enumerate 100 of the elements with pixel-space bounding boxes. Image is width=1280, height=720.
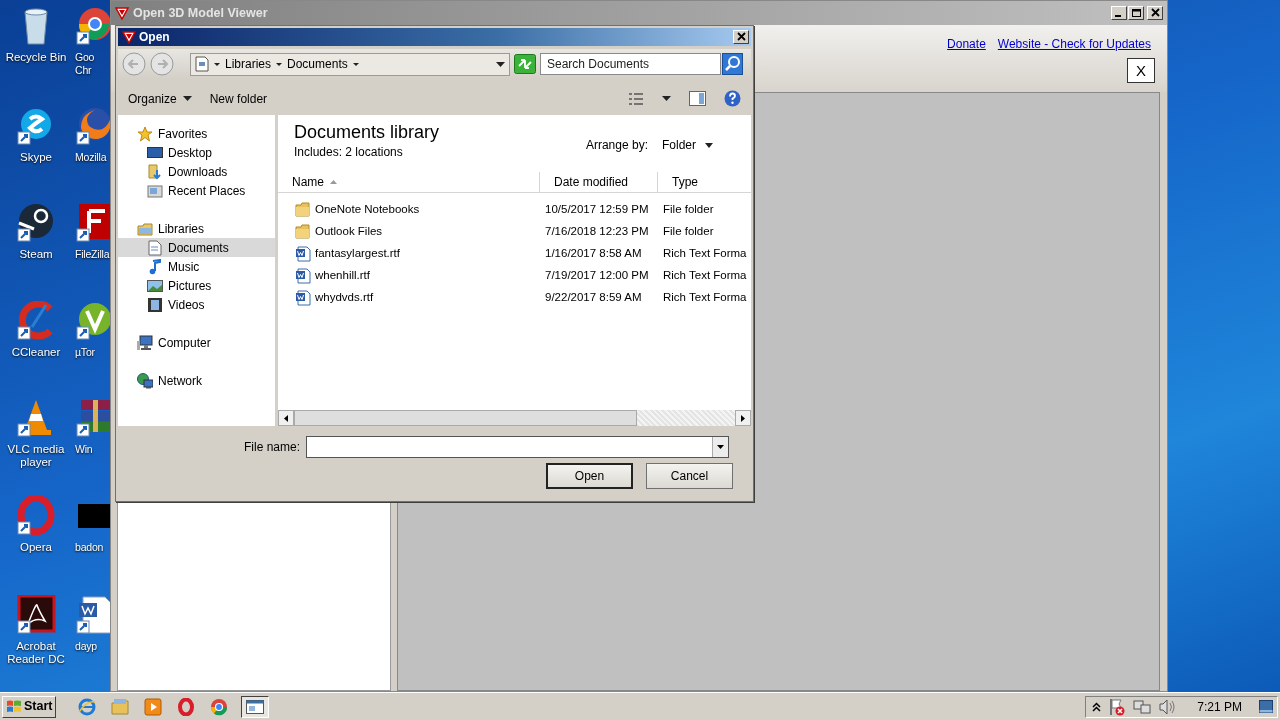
nav-item[interactable]: Downloads [118, 162, 275, 181]
caret-icon [352, 62, 359, 66]
file-name-field[interactable] [306, 435, 729, 458]
caret-icon [214, 62, 220, 66]
close-panel-button[interactable]: X [1127, 58, 1155, 83]
nav-item[interactable]: Network [118, 371, 275, 390]
nav-item[interactable]: Music [118, 257, 275, 276]
music-note-icon [147, 258, 163, 275]
app-icon[interactable] [16, 203, 56, 243]
minimize-button[interactable] [1111, 6, 1127, 20]
column-header[interactable]: Date modified [540, 172, 658, 192]
app-icon[interactable] [75, 106, 110, 146]
stacked-books-icon[interactable] [75, 398, 110, 438]
shortcut-label: µTor [75, 346, 95, 359]
column-header[interactable]: Name [278, 172, 540, 192]
browser-icon[interactable] [77, 697, 96, 716]
app-icon[interactable] [16, 496, 56, 536]
media-player-icon[interactable] [143, 697, 162, 716]
scrollbar[interactable] [278, 410, 751, 426]
dialog-title: Open [139, 29, 171, 46]
caret-icon [182, 96, 192, 101]
flag-icon[interactable] [1108, 697, 1127, 716]
folder-icon [295, 202, 311, 218]
breadcrumb-item[interactable]: Libraries [225, 55, 272, 73]
document-icon[interactable] [75, 595, 110, 635]
recent-places-icon [147, 182, 163, 199]
app-logo-icon [115, 6, 129, 20]
search-button[interactable] [722, 53, 743, 75]
link[interactable]: Website - Check for Updates [997, 35, 1151, 53]
nav-item[interactable]: Videos [118, 295, 275, 314]
search-field[interactable]: Search Documents [540, 53, 721, 75]
refresh-button[interactable] [514, 54, 536, 74]
address-bar[interactable]: Libraries Documents [190, 52, 510, 76]
date-cell-text: 7/19/2017 12:00 PM [544, 268, 650, 284]
shortcut-label: VLC media player [6, 443, 66, 469]
right-arrow-icon [741, 414, 745, 422]
breadcrumb-item[interactable]: Documents [287, 55, 348, 73]
dropdown-icon[interactable] [662, 96, 671, 101]
file-name[interactable]: whydvds.rtf [278, 289, 540, 307]
speaker-icon[interactable] [1158, 697, 1177, 716]
dropdown-icon[interactable] [496, 61, 505, 67]
network-icon[interactable] [1133, 697, 1152, 716]
nav-item[interactable]: Libraries [118, 219, 275, 238]
start-button[interactable]: Start [2, 695, 56, 718]
dialog-button[interactable]: Open [546, 463, 633, 489]
nav-item[interactable]: Documents [118, 238, 275, 257]
dialog-button[interactable]: Cancel [646, 463, 733, 489]
preview-pane-icon[interactable] [689, 91, 706, 106]
shortcut-label: Opera [20, 541, 52, 554]
chevron-icon[interactable] [1092, 701, 1102, 712]
field-label: File name: [242, 438, 301, 456]
shortcut-label: Goo Chr [75, 51, 96, 77]
maximize-icon [1130, 8, 1142, 18]
file-name[interactable]: Outlook Files [278, 223, 540, 241]
app-icon[interactable] [75, 6, 110, 46]
shortcut-label: CCleaner [11, 346, 61, 359]
file-name[interactable]: OneNote Notebooks [278, 201, 540, 219]
library-subtitle: Includes: 2 locations [294, 144, 404, 161]
shortcut-label: Acrobat Reader DC [6, 640, 66, 666]
app-icon[interactable] [75, 301, 110, 341]
file-name[interactable]: fantasylargest.rtf [278, 245, 540, 263]
word-document-icon [295, 290, 311, 306]
arrange-dropdown[interactable]: Folder [662, 136, 713, 154]
nav-item[interactable]: Computer [118, 333, 275, 352]
word-document-icon [295, 268, 311, 284]
nav-item[interactable]: Recent Places [118, 181, 275, 200]
arrange-label: Arrange by: [585, 137, 648, 154]
show-desktop-icon[interactable] [1259, 700, 1273, 713]
help-icon[interactable] [724, 90, 741, 107]
type-cell-text: Rich Text Forma [662, 268, 748, 284]
maximize-button[interactable] [1128, 6, 1144, 20]
close-icon [735, 32, 747, 42]
app-icon[interactable] [16, 595, 56, 635]
nav-item[interactable]: Desktop [118, 143, 275, 162]
app-icon[interactable] [75, 203, 110, 243]
monitor-icon [147, 144, 163, 161]
column-header[interactable]: Type [658, 172, 750, 192]
window-icon [246, 699, 264, 714]
list-view-icon[interactable] [628, 91, 644, 106]
menu-button[interactable]: Organize [128, 89, 192, 108]
shortcut-label: Mozilla [75, 151, 107, 164]
close-button[interactable] [733, 30, 749, 44]
file-name[interactable]: whenhill.rtf [278, 267, 540, 285]
minimize-icon [1114, 15, 1121, 17]
link[interactable]: Donate [947, 35, 986, 53]
caret-icon [276, 62, 283, 66]
date-cell-text: 10/5/2017 12:59 PM [544, 202, 650, 218]
nav-item[interactable]: Pictures [118, 276, 275, 295]
nav-item[interactable]: Favorites [118, 124, 275, 143]
left-arrow-icon [284, 414, 288, 422]
shortcut-label: Steam [19, 248, 53, 261]
library-title: Documents library [294, 121, 440, 143]
date-cell-text: 1/16/2017 8:58 AM [544, 246, 643, 262]
toolbar-button[interactable]: New folder [209, 89, 268, 108]
picture-icon [147, 277, 163, 294]
close-button[interactable] [1147, 6, 1163, 20]
shortcut-label: badon [75, 541, 104, 554]
taskbar-button[interactable] [241, 695, 269, 718]
star-icon [137, 125, 153, 142]
shortcut-label: Skype [20, 151, 52, 164]
